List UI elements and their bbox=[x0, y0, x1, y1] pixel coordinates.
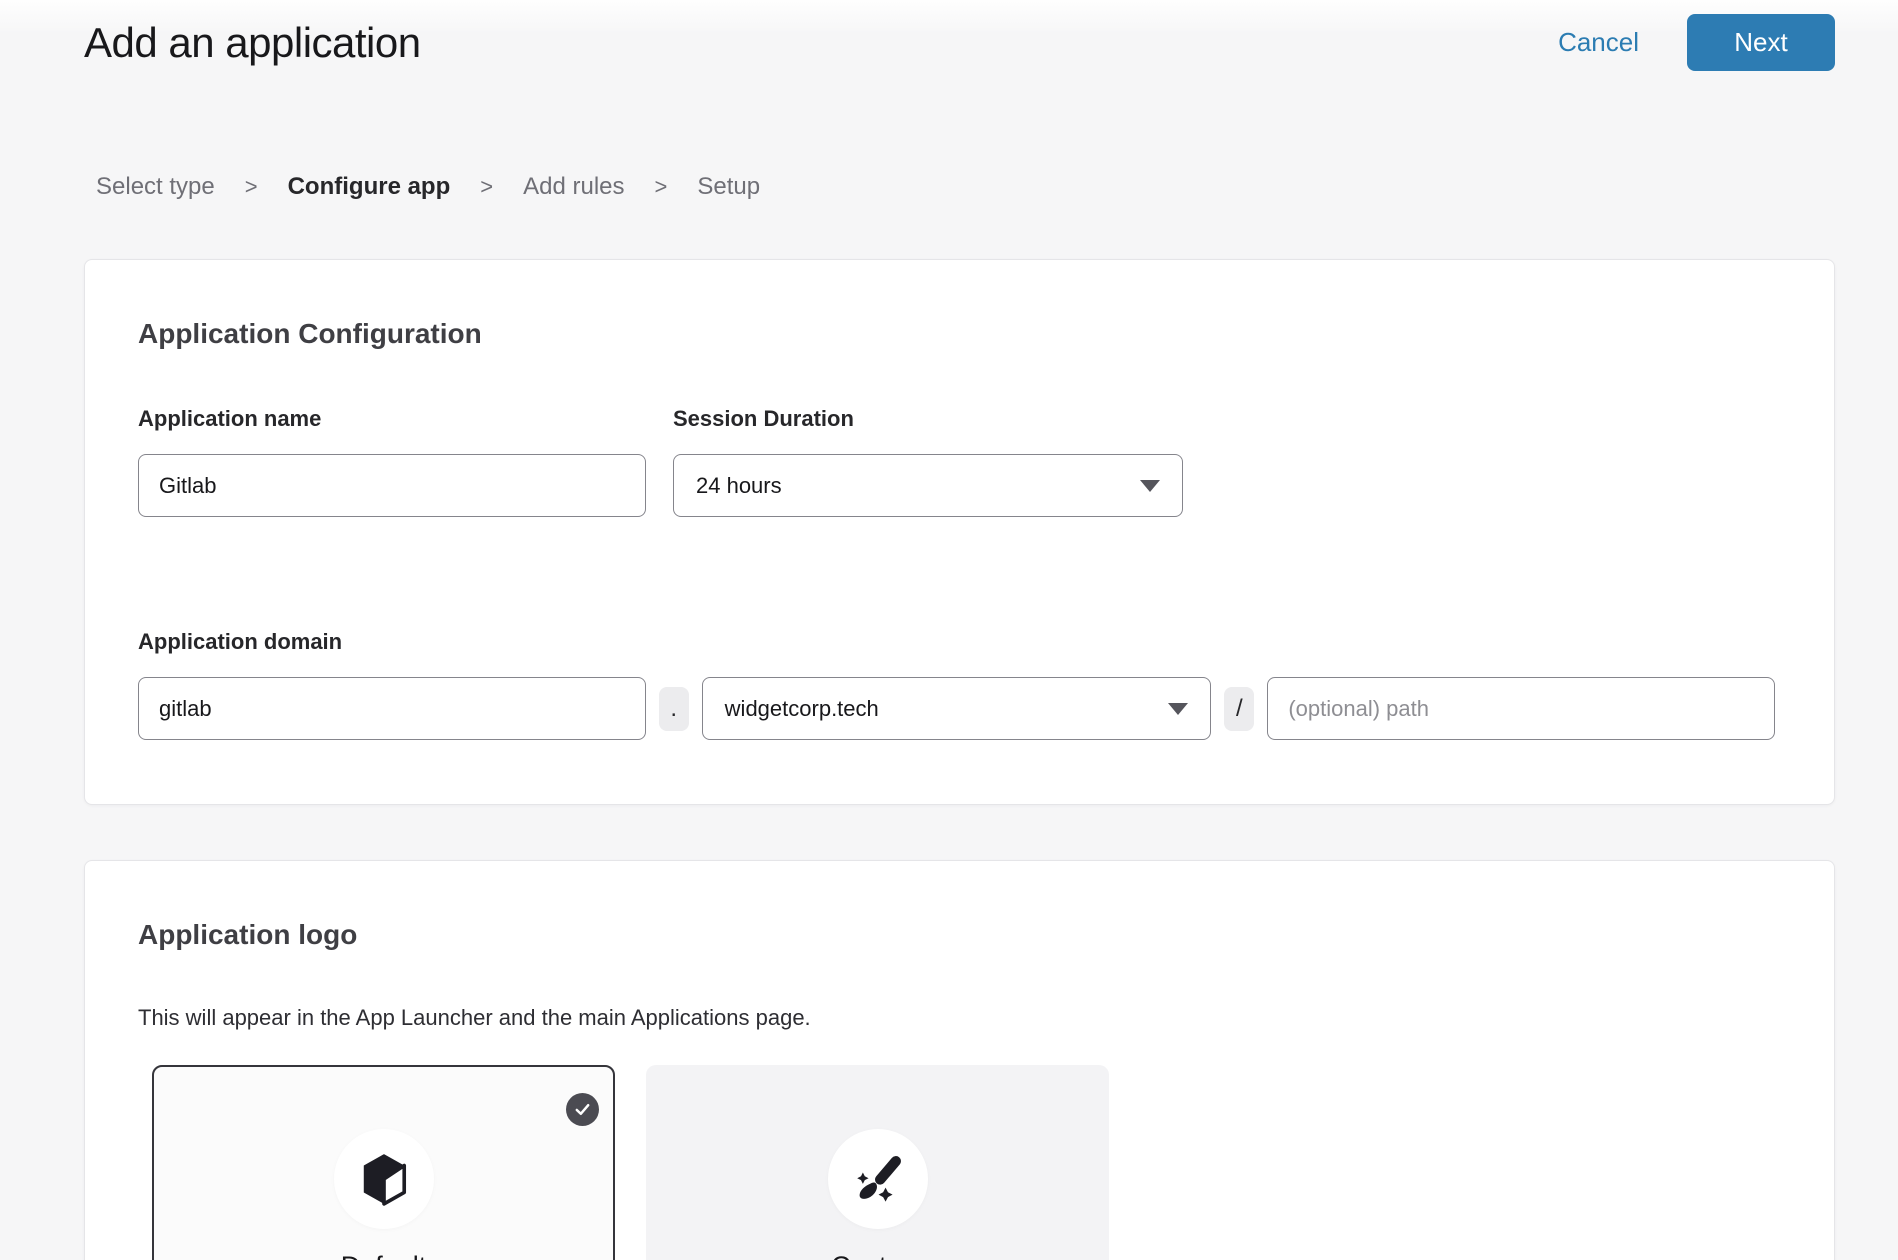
breadcrumb-separator: > bbox=[655, 174, 668, 200]
paintbrush-icon bbox=[851, 1152, 905, 1206]
domain-select-value: widgetcorp.tech bbox=[725, 696, 879, 722]
header-actions: Cancel Next bbox=[1558, 14, 1835, 71]
session-duration-label: Session Duration bbox=[673, 406, 1183, 432]
logo-option-default[interactable]: Default bbox=[152, 1065, 615, 1260]
top-bar: Add an application Cancel Next bbox=[84, 0, 1835, 71]
next-button[interactable]: Next bbox=[1687, 14, 1835, 71]
chevron-down-icon bbox=[1168, 703, 1188, 715]
application-domain-row: . widgetcorp.tech / bbox=[138, 677, 1775, 740]
logo-card-title: Application logo bbox=[138, 919, 1775, 951]
chevron-down-icon bbox=[1140, 480, 1160, 492]
configuration-card-title: Application Configuration bbox=[138, 318, 1775, 350]
subdomain-input[interactable] bbox=[138, 677, 646, 740]
application-configuration-card: Application Configuration Application na… bbox=[84, 259, 1835, 805]
page-title: Add an application bbox=[84, 19, 421, 67]
logo-option-label: Custom bbox=[831, 1251, 924, 1260]
step-configure-app[interactable]: Configure app bbox=[288, 173, 451, 201]
breadcrumb: Select type > Configure app > Add rules … bbox=[96, 173, 1835, 201]
selected-check-badge bbox=[566, 1093, 599, 1126]
session-duration-select[interactable]: 24 hours bbox=[673, 454, 1183, 517]
session-duration-value: 24 hours bbox=[696, 473, 782, 499]
breadcrumb-separator: > bbox=[245, 174, 258, 200]
cube-icon bbox=[358, 1151, 410, 1207]
domain-select[interactable]: widgetcorp.tech bbox=[702, 677, 1212, 740]
logo-option-label: Default bbox=[341, 1251, 427, 1260]
application-logo-card: Application logo This will appear in the… bbox=[84, 860, 1835, 1260]
name-duration-row: Application name Session Duration 24 hou… bbox=[138, 406, 1775, 517]
breadcrumb-separator: > bbox=[480, 174, 493, 200]
logo-option-custom[interactable]: Custom bbox=[646, 1065, 1109, 1260]
logo-card-description: This will appear in the App Launcher and… bbox=[138, 1005, 1775, 1031]
default-icon-circle bbox=[334, 1129, 434, 1229]
logo-option-tiles: Default Custom bbox=[152, 1065, 1775, 1260]
step-setup[interactable]: Setup bbox=[697, 173, 760, 201]
application-domain-label: Application domain bbox=[138, 629, 1775, 655]
slash-separator: / bbox=[1224, 687, 1254, 731]
custom-icon-circle bbox=[828, 1129, 928, 1229]
application-name-input[interactable] bbox=[138, 454, 646, 517]
page: Add an application Cancel Next Select ty… bbox=[84, 0, 1835, 1260]
check-icon bbox=[573, 1100, 592, 1119]
dot-separator: . bbox=[659, 687, 689, 731]
application-name-field: Application name bbox=[138, 406, 646, 517]
application-name-label: Application name bbox=[138, 406, 646, 432]
path-input[interactable] bbox=[1267, 677, 1775, 740]
step-select-type[interactable]: Select type bbox=[96, 173, 215, 201]
step-add-rules[interactable]: Add rules bbox=[523, 173, 624, 201]
session-duration-field: Session Duration 24 hours bbox=[673, 406, 1183, 517]
cancel-button[interactable]: Cancel bbox=[1558, 27, 1639, 58]
